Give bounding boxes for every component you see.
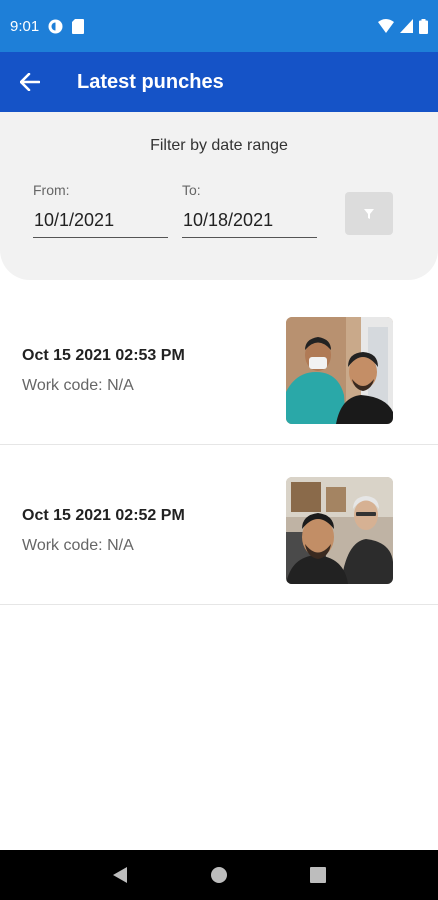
page-title: Latest punches xyxy=(77,70,224,93)
back-button[interactable] xyxy=(0,52,60,112)
app-bar: Latest punches xyxy=(0,52,438,112)
punch-photo[interactable] xyxy=(286,477,393,584)
punch-date: Oct 15 2021 02:52 PM xyxy=(22,507,185,524)
square-recents-icon xyxy=(310,867,327,883)
punch-date: Oct 15 2021 02:53 PM xyxy=(22,347,185,364)
punch-item[interactable]: Oct 15 2021 02:53 PM Work code: N/A xyxy=(0,285,438,445)
punch-work-code: Work code: N/A xyxy=(22,537,134,554)
to-date-field: To: xyxy=(182,182,317,238)
battery-icon xyxy=(419,18,428,34)
filter-title: Filter by date range xyxy=(150,137,288,154)
from-label: From: xyxy=(33,182,70,198)
selfie-photo-1 xyxy=(286,317,393,424)
punch-item[interactable]: Oct 15 2021 02:52 PM Work code: N/A xyxy=(0,445,438,605)
status-time: 9:01 xyxy=(10,17,40,35)
nav-back-button[interactable] xyxy=(100,855,140,895)
from-date-input[interactable] xyxy=(33,210,168,238)
circle-home-icon xyxy=(210,867,227,883)
status-bar: 9:01 xyxy=(0,0,438,52)
wifi-icon xyxy=(378,19,394,33)
signal-icon xyxy=(400,19,413,33)
app-notification-icon xyxy=(48,19,63,34)
nav-home-button[interactable] xyxy=(199,855,239,895)
to-label: To: xyxy=(182,182,201,198)
punch-work-code: Work code: N/A xyxy=(22,377,134,394)
punch-list: Oct 15 2021 02:53 PM Work code: N/A Oct … xyxy=(0,285,438,605)
funnel-icon xyxy=(364,208,374,219)
status-right xyxy=(378,18,428,34)
status-left: 9:01 xyxy=(10,17,85,35)
punch-photo[interactable] xyxy=(286,317,393,424)
arrow-left-icon xyxy=(20,73,40,91)
nav-recents-button[interactable] xyxy=(298,855,338,895)
selfie-photo-2 xyxy=(286,477,393,584)
sd-card-icon xyxy=(72,18,85,34)
filter-panel: Filter by date range From: To: xyxy=(0,112,438,280)
to-date-input[interactable] xyxy=(182,210,317,238)
from-date-field: From: xyxy=(33,182,168,238)
system-nav-bar xyxy=(0,850,438,900)
triangle-back-icon xyxy=(112,867,127,883)
apply-filter-button[interactable] xyxy=(345,192,393,235)
